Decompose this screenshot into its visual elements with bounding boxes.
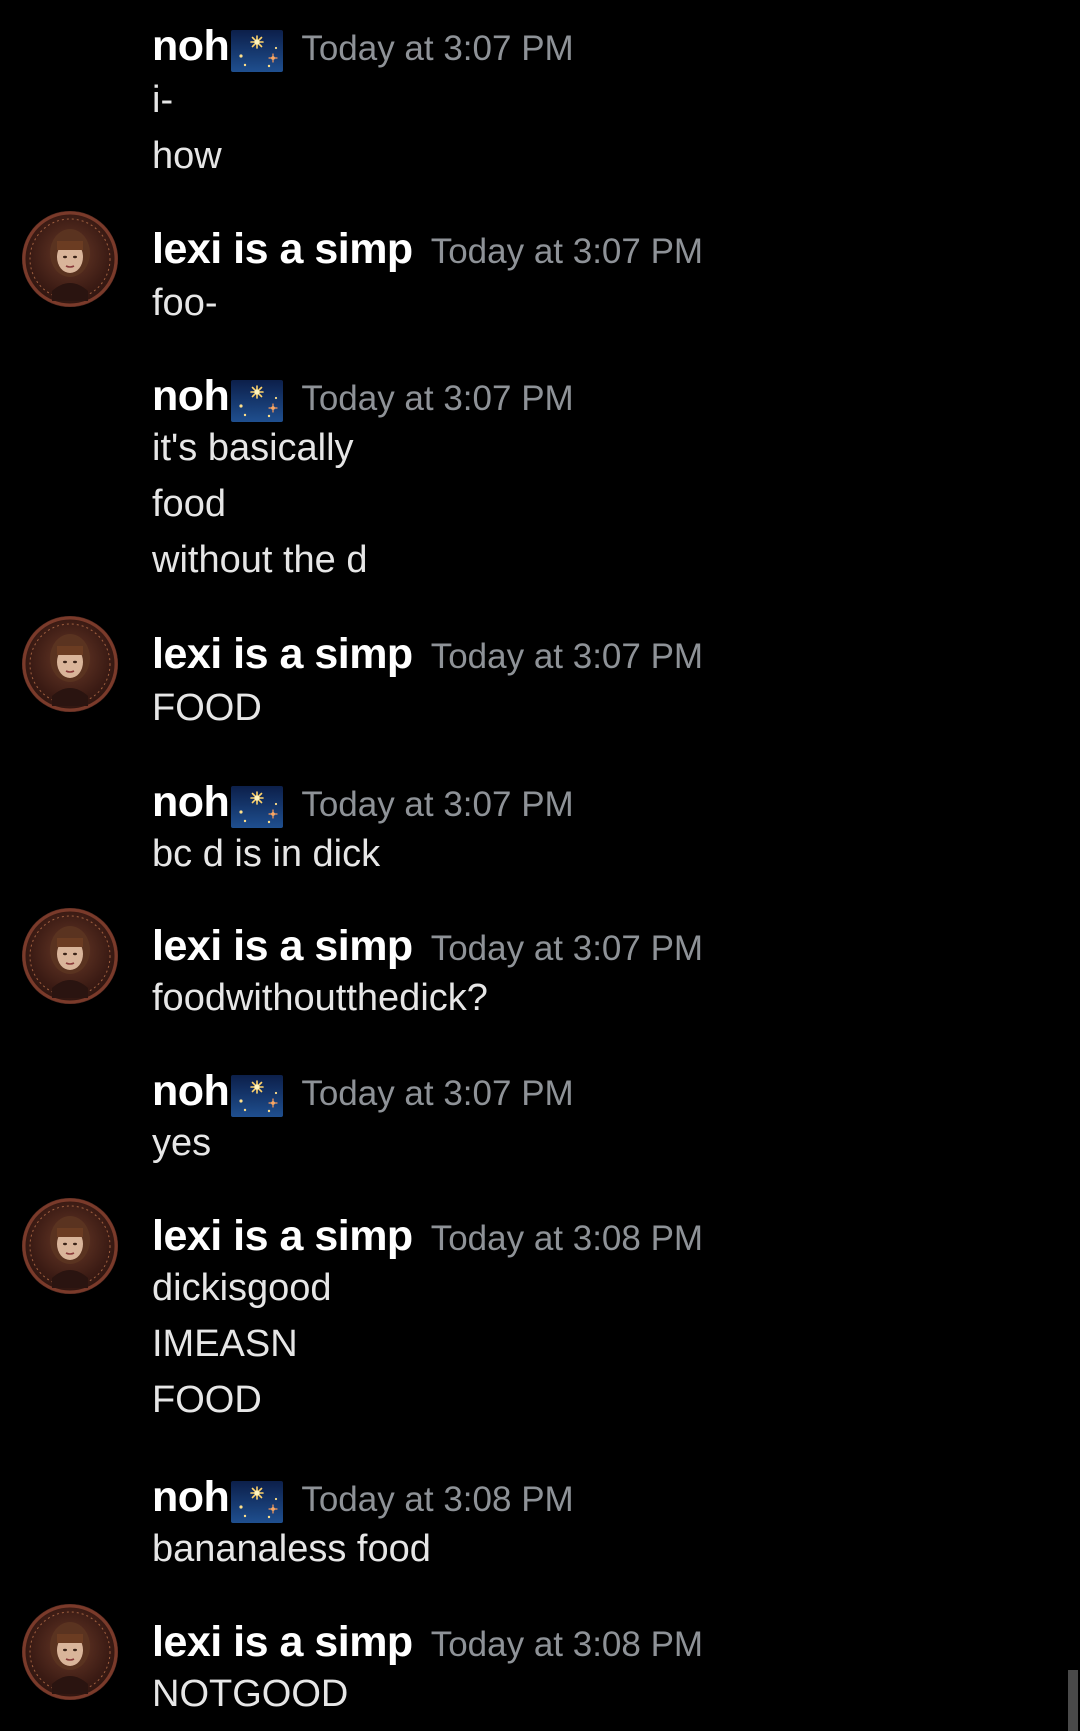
username[interactable]: noh xyxy=(152,25,230,68)
message-body: NOTGOOD xyxy=(152,1666,348,1722)
timestamp[interactable]: Today at 3:07 PM xyxy=(431,639,703,676)
message-header: noh Today at 3:07 PM xyxy=(152,768,574,828)
timestamp[interactable]: Today at 3:07 PM xyxy=(301,31,573,68)
message-line: IMEASN xyxy=(152,1323,298,1365)
message-group: lexi is a simp Today at 3:07 PM foo- xyxy=(0,203,1060,324)
username[interactable]: noh xyxy=(152,781,230,824)
message-line: food xyxy=(152,483,226,525)
message-body: foodwithoutthedick? xyxy=(152,970,488,1026)
timestamp[interactable]: Today at 3:07 PM xyxy=(301,1076,573,1113)
sparkler-fireworks-icon xyxy=(231,786,284,828)
username[interactable]: lexi is a simp xyxy=(152,1621,413,1664)
message-line: i- xyxy=(152,79,174,121)
message-body: i- how xyxy=(152,72,222,184)
message-line: bananaless food xyxy=(152,1528,431,1570)
username[interactable]: lexi is a simp xyxy=(152,633,413,676)
message-header: lexi is a simp Today at 3:08 PM xyxy=(152,1202,703,1258)
timestamp[interactable]: Today at 3:08 PM xyxy=(431,1221,703,1258)
message-line: without the d xyxy=(152,539,368,581)
timestamp[interactable]: Today at 3:07 PM xyxy=(301,787,573,824)
message-header: lexi is a simp Today at 3:08 PM xyxy=(152,1608,703,1664)
sparkler-fireworks-icon xyxy=(231,30,284,72)
username[interactable]: lexi is a simp xyxy=(152,925,413,968)
message-group: lexi is a simp Today at 3:08 PM dickisgo… xyxy=(0,1190,1060,1430)
username[interactable]: noh xyxy=(152,1070,230,1113)
sparkler-fireworks-icon xyxy=(231,1481,284,1523)
timestamp[interactable]: Today at 3:07 PM xyxy=(431,931,703,968)
message-group: lexi is a simp Today at 3:07 PM FOOD xyxy=(0,608,1060,738)
chat-message-list[interactable]: noh Today at 3:07 PM i- how lexi is a si… xyxy=(0,0,1080,1731)
message-body: dickisgood IMEASN FOOD xyxy=(152,1260,332,1428)
message-line: it's basically xyxy=(152,427,354,469)
timestamp[interactable]: Today at 3:07 PM xyxy=(301,381,573,418)
message-body: foo- xyxy=(152,275,217,331)
sparkler-fireworks-icon xyxy=(231,380,284,422)
timestamp[interactable]: Today at 3:08 PM xyxy=(301,1482,573,1519)
username[interactable]: noh xyxy=(152,1476,230,1519)
message-header: noh Today at 3:07 PM xyxy=(152,1057,574,1117)
message-group: noh Today at 3:07 PM i- how xyxy=(0,0,1060,180)
message-group: lexi is a simp Today at 3:08 PM NOTGOOD xyxy=(0,1596,1060,1731)
message-header: noh Today at 3:07 PM xyxy=(152,362,574,422)
message-header: noh Today at 3:08 PM xyxy=(152,1463,574,1523)
message-group: noh Today at 3:07 PM yes xyxy=(0,1045,1060,1175)
message-line: bc d is in dick xyxy=(152,833,381,875)
message-body: bc d is in dick xyxy=(152,826,380,882)
message-group: noh Today at 3:07 PM bc d is in dick xyxy=(0,756,1060,886)
message-header: noh Today at 3:07 PM xyxy=(152,12,574,72)
message-line: foo- xyxy=(152,282,218,324)
timestamp[interactable]: Today at 3:07 PM xyxy=(431,234,703,271)
message-line: foodwithoutthedick? xyxy=(152,977,488,1019)
message-header: lexi is a simp Today at 3:07 PM xyxy=(152,215,703,271)
message-body: bananaless food xyxy=(152,1521,431,1577)
message-line: NOTGOOD xyxy=(152,1673,349,1715)
message-line: yes xyxy=(152,1122,212,1164)
username[interactable]: lexi is a simp xyxy=(152,1215,413,1258)
message-body: yes xyxy=(152,1115,211,1171)
message-line: FOOD xyxy=(152,1379,262,1421)
message-line: how xyxy=(152,135,222,177)
message-line: dickisgood xyxy=(152,1267,332,1309)
message-body: FOOD xyxy=(152,680,262,736)
message-line: FOOD xyxy=(152,687,262,729)
message-group: noh Today at 3:07 PM it's basically food… xyxy=(0,350,1060,590)
message-header: lexi is a simp Today at 3:07 PM xyxy=(152,620,703,676)
avatar[interactable] xyxy=(22,908,118,1004)
avatar[interactable] xyxy=(22,616,118,712)
scrollbar-thumb[interactable] xyxy=(1068,1670,1078,1731)
avatar[interactable] xyxy=(22,1604,118,1700)
message-body: it's basically food without the d xyxy=(152,420,367,588)
sparkler-fireworks-icon xyxy=(231,1075,284,1117)
username[interactable]: noh xyxy=(152,375,230,418)
username[interactable]: lexi is a simp xyxy=(152,228,413,271)
message-group: noh Today at 3:08 PM bananaless food xyxy=(0,1451,1060,1581)
avatar[interactable] xyxy=(22,211,118,307)
message-header: lexi is a simp Today at 3:07 PM xyxy=(152,912,703,968)
message-group: lexi is a simp Today at 3:07 PM foodwith… xyxy=(0,900,1060,1030)
avatar[interactable] xyxy=(22,1198,118,1294)
timestamp[interactable]: Today at 3:08 PM xyxy=(431,1627,703,1664)
